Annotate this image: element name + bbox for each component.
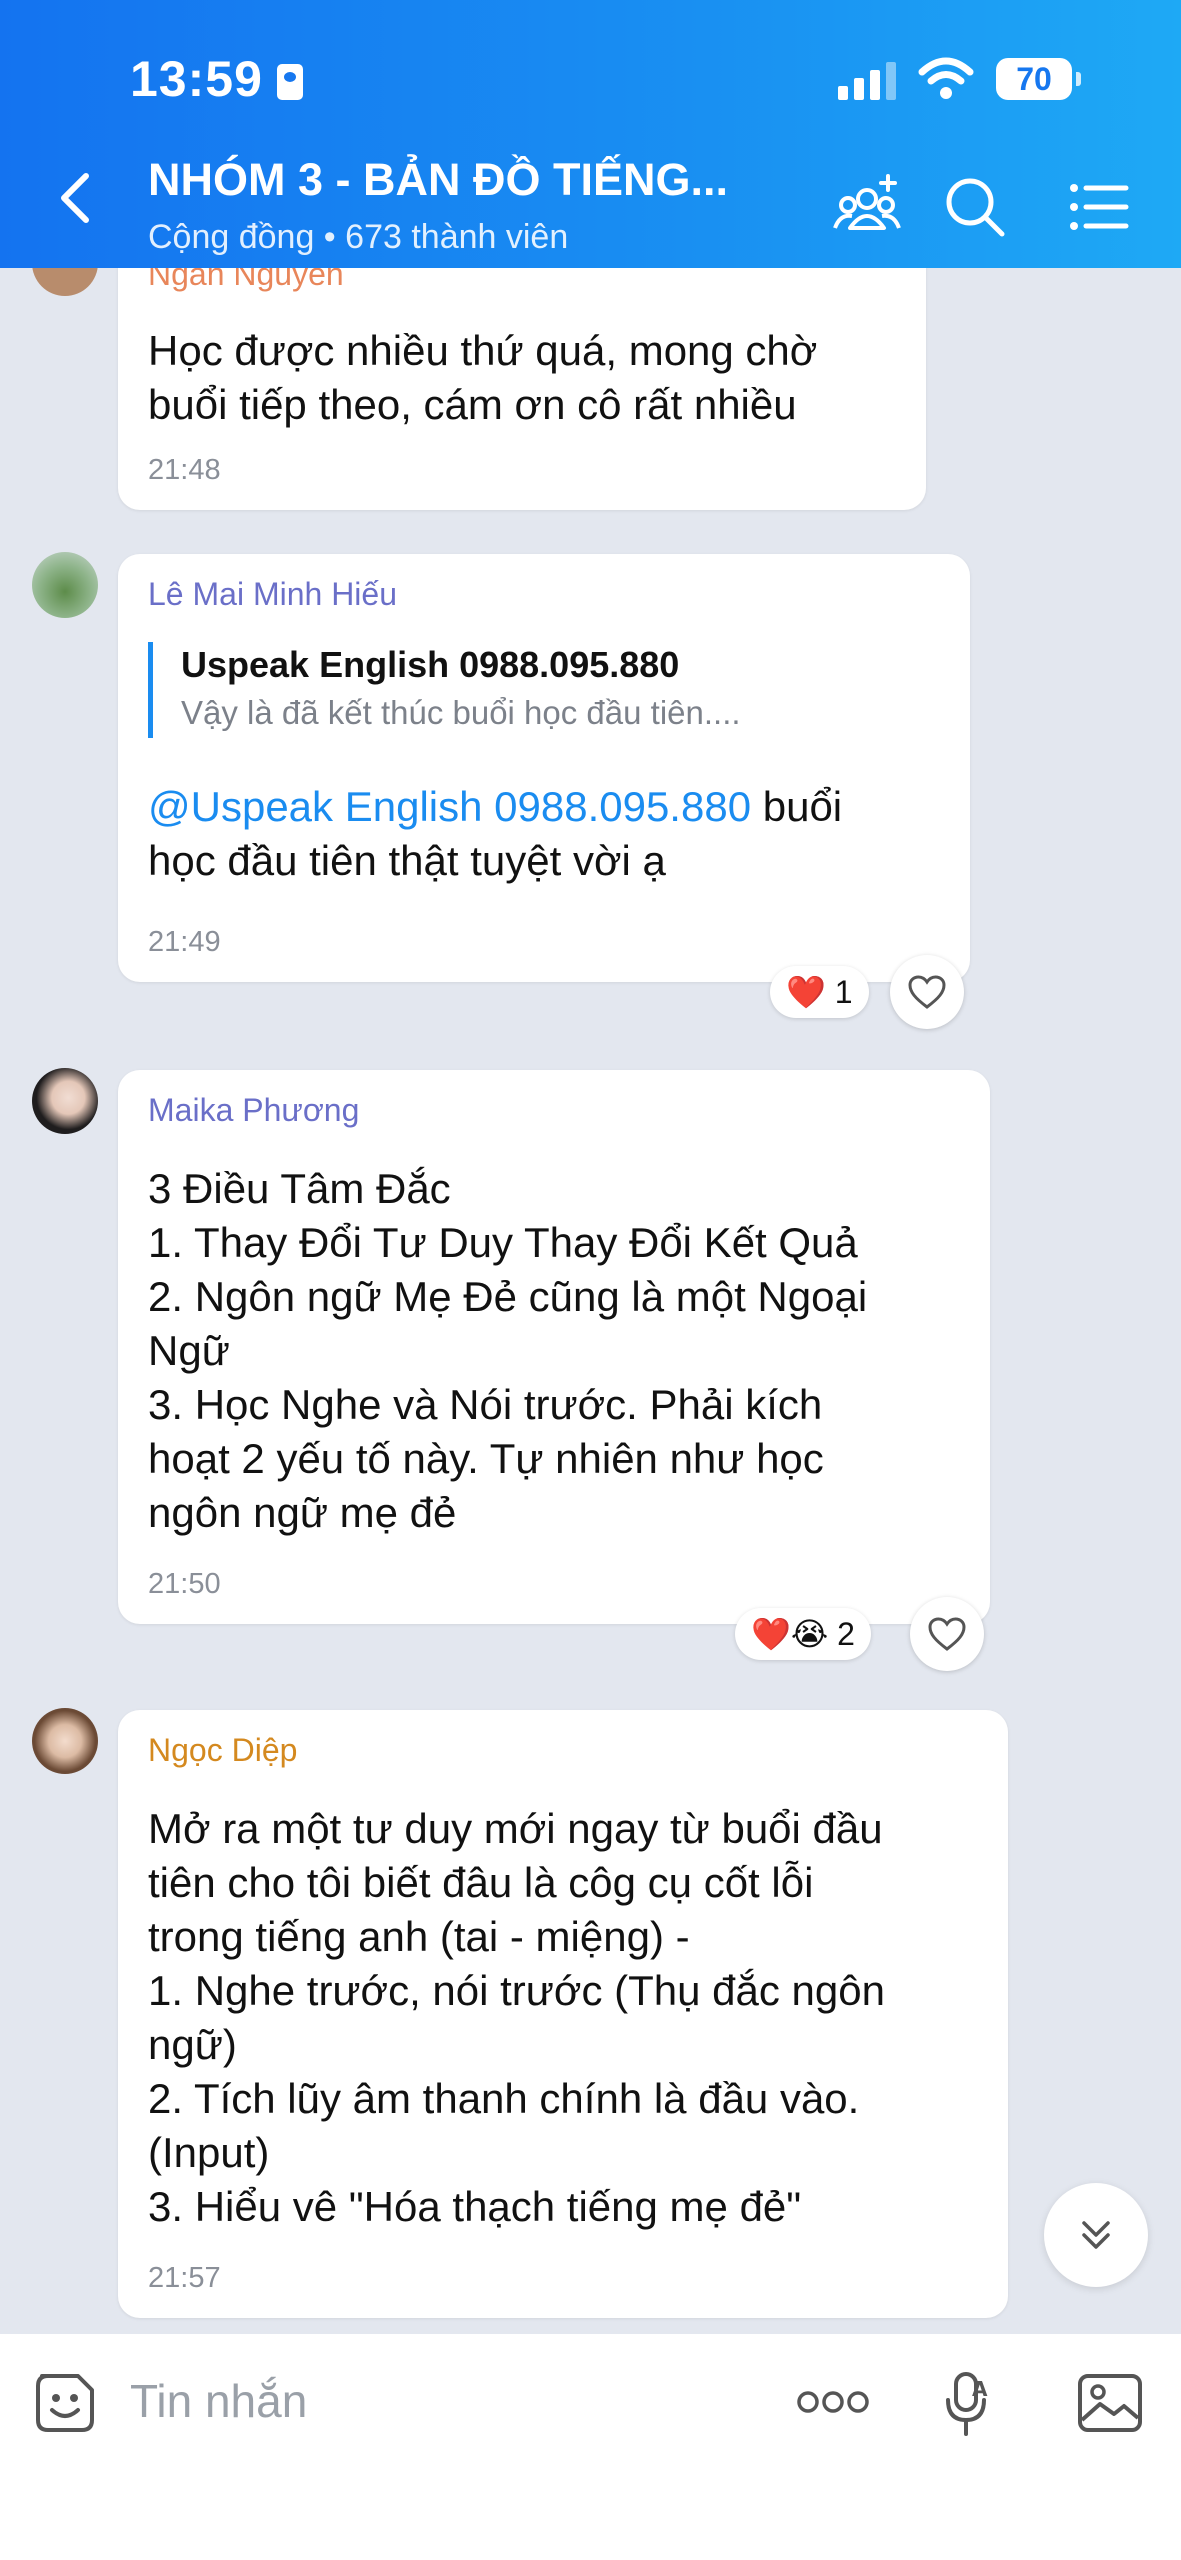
scroll-to-bottom-button[interactable]: [1044, 2183, 1148, 2287]
quote-author: Uspeak English 0988.095.880: [181, 644, 680, 685]
message-sender: Maika Phương: [148, 1092, 360, 1128]
message-text: Học được nhiều thứ quá, mong chờ buổi ti…: [148, 327, 818, 428]
chat-title[interactable]: NHÓM 3 - BẢN ĐỒ TIẾNG...: [148, 154, 728, 206]
contact-card-icon: [277, 64, 303, 100]
message-time: 21:48: [148, 454, 221, 486]
add-group-member-icon[interactable]: [832, 172, 902, 242]
react-heart-button[interactable]: [910, 1597, 984, 1671]
list-menu-icon[interactable]: [1064, 172, 1134, 242]
smiley-sticker-icon[interactable]: [32, 2370, 98, 2436]
message-sender: Ngọc Diệp: [148, 1732, 298, 1768]
reaction-summary[interactable]: ❤️😭 2: [735, 1608, 871, 1660]
battery-indicator: 70: [996, 58, 1081, 100]
message-time: 21:49: [148, 926, 221, 958]
quote-text: Vậy là đã kết thúc buổi học đầu tiên....: [181, 694, 741, 731]
avatar-ngoc-diep[interactable]: [32, 1708, 98, 1774]
message-sender: Lê Mai Minh Hiếu: [148, 576, 397, 612]
back-chevron-icon[interactable]: [52, 168, 100, 228]
cellular-signal-icon: [838, 62, 898, 100]
message-input[interactable]: Tin nhắn: [130, 2374, 307, 2428]
reaction-summary[interactable]: ❤️ 1: [770, 966, 869, 1018]
search-icon[interactable]: [940, 172, 1010, 242]
svg-text:A: A: [972, 2377, 988, 2401]
message-time: 21:57: [148, 2262, 221, 2294]
message-bubble-3[interactable]: Maika Phương 3 Điều Tâm Đắc 1. Thay Đổi …: [118, 1070, 990, 1624]
avatar-maika-phuong[interactable]: [32, 1068, 98, 1134]
react-heart-button[interactable]: [890, 955, 964, 1029]
quoted-message[interactable]: Uspeak English 0988.095.880 Vậy là đã kế…: [148, 642, 950, 738]
message-bubble-4[interactable]: Ngọc Diệp Mở ra một tư duy mới ngay từ b…: [118, 1710, 1008, 2318]
chat-subtitle: Cộng đồng • 673 thành viên: [148, 218, 569, 256]
microphone-icon[interactable]: A: [942, 2370, 992, 2440]
reaction-emojis: ❤️: [786, 974, 826, 1010]
heart-outline-icon: [928, 1617, 966, 1651]
message-text: 3 Điều Tâm Đắc 1. Thay Đổi Tư Duy Thay Đ…: [148, 1165, 868, 1536]
reaction-emojis: ❤️😭: [751, 1616, 829, 1652]
status-time: 13:59: [130, 51, 263, 107]
more-dots-icon[interactable]: [796, 2386, 870, 2418]
chat-header: 13:59 70 NHÓM 3 - BẢN ĐỒ TIẾNG... Cộng đ…: [0, 0, 1181, 268]
message-composer: Tin nhắn A: [0, 2334, 1181, 2560]
message-bubble-2[interactable]: Lê Mai Minh Hiếu Uspeak English 0988.095…: [118, 554, 970, 982]
wifi-icon: [918, 57, 974, 99]
heart-outline-icon: [908, 975, 946, 1009]
reaction-count: 1: [834, 974, 853, 1010]
reaction-count: 2: [837, 1616, 855, 1652]
double-chevron-down-icon: [1082, 2221, 1110, 2249]
image-gallery-icon[interactable]: [1076, 2372, 1144, 2434]
avatar-le-mai-minh-hieu[interactable]: [32, 552, 98, 618]
mention-link[interactable]: @Uspeak English 0988.095.880: [148, 783, 751, 830]
message-time: 21:50: [148, 1568, 221, 1600]
message-text: Mở ra một tư duy mới ngay từ buổi đầu ti…: [148, 1805, 885, 2230]
